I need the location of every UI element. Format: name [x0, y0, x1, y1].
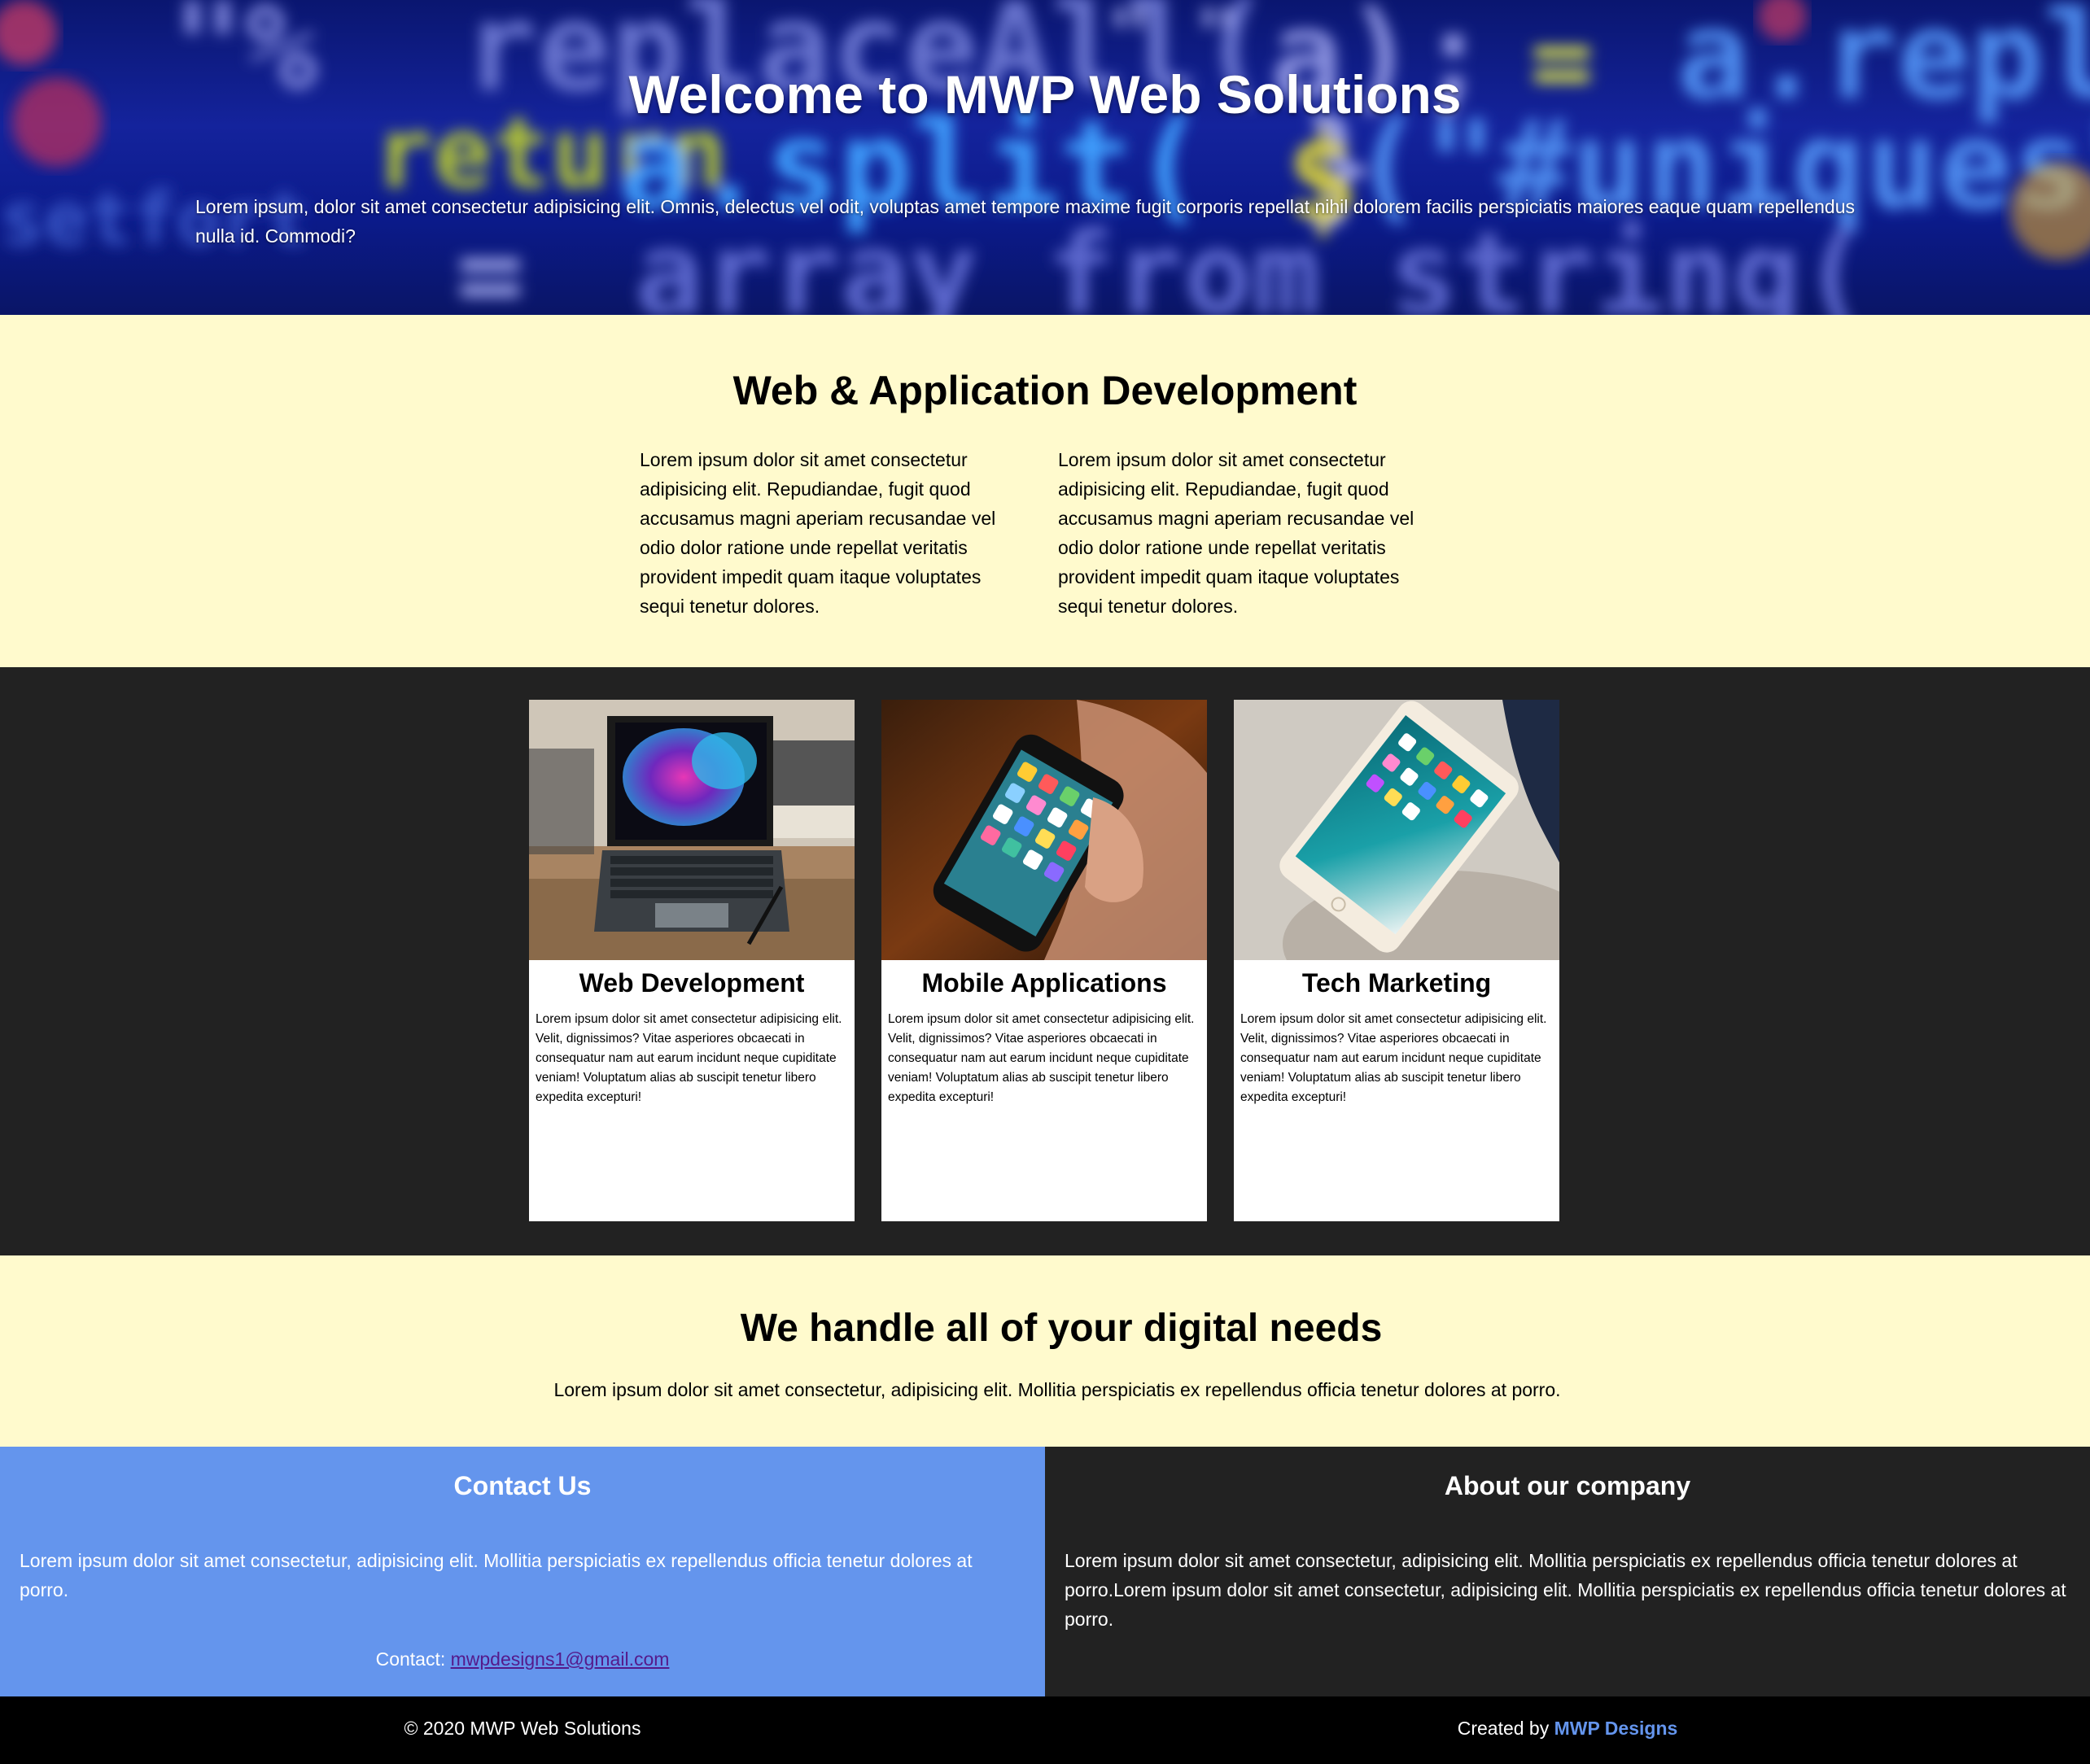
copyright-text: © 2020 MWP Web Solutions — [404, 1718, 641, 1739]
card-text: Lorem ipsum dolor sit amet consectetur a… — [1240, 1012, 1547, 1104]
hero-text: Lorem ipsum, dolor sit amet consectetur … — [195, 196, 1855, 247]
tablet-image — [1234, 700, 1559, 960]
hero-banner: "% replaceAll( " " a); = a.repl return a… — [0, 0, 2090, 315]
contact-text: Lorem ipsum dolor sit amet consectetur, … — [20, 1550, 973, 1600]
laptop-image — [529, 700, 855, 960]
created-by-label: Created by — [1457, 1718, 1550, 1739]
hero-title: Welcome to MWP Web Solutions — [628, 64, 1462, 124]
web-app-text-left: Lorem ipsum dolor sit amet consectetur a… — [640, 449, 996, 617]
info-section: Contact Us Lorem ipsum dolor sit amet co… — [0, 1447, 2090, 1696]
contact-title: Contact Us — [453, 1471, 592, 1500]
card-title: Mobile Applications — [921, 968, 1167, 998]
card-title: Tech Marketing — [1301, 968, 1492, 998]
card-text: Lorem ipsum dolor sit amet consectetur a… — [536, 1012, 842, 1104]
web-app-text-right: Lorem ipsum dolor sit amet consectetur a… — [1058, 449, 1414, 617]
contact-line: Contact: mwpdesigns1@gmail.com — [0, 1648, 1045, 1670]
contact-label: Contact: — [375, 1648, 446, 1670]
code-background-image: "% replaceAll( " " a); = a.repl return a… — [0, 0, 2090, 315]
card-text: Lorem ipsum dolor sit amet consectetur a… — [888, 1012, 1195, 1104]
designer-link[interactable]: MWP Designs — [1554, 1718, 1678, 1739]
service-card-mobile-applications: Mobile Applications Lorem ipsum dolor si… — [881, 700, 1207, 1221]
about-text: Lorem ipsum dolor sit amet consectetur, … — [1065, 1550, 2066, 1630]
digital-needs-section: We handle all of your digital needs Lore… — [0, 1255, 2090, 1447]
card-title: Web Development — [579, 968, 805, 998]
digital-needs-text: Lorem ipsum dolor sit amet consectetur, … — [553, 1379, 1561, 1400]
web-app-section: Web & Application Development Lorem ipsu… — [0, 315, 2090, 667]
contact-panel: Contact Us Lorem ipsum dolor sit amet co… — [0, 1447, 1045, 1696]
service-card-web-development: Web Development Lorem ipsum dolor sit am… — [529, 700, 855, 1221]
footer: © 2020 MWP Web Solutions Created by MWP … — [0, 1696, 2090, 1764]
contact-email-link[interactable]: mwpdesigns1@gmail.com — [451, 1648, 670, 1670]
web-app-title: Web & Application Development — [732, 368, 1358, 413]
about-title: About our company — [1444, 1471, 1691, 1500]
about-panel: About our company Lorem ipsum dolor sit … — [1045, 1447, 2090, 1696]
digital-needs-title: We handle all of your digital needs — [740, 1307, 1383, 1350]
service-card-tech-marketing: Tech Marketing Lorem ipsum dolor sit ame… — [1234, 700, 1559, 1221]
credit-line: Created by MWP Designs — [1045, 1718, 2090, 1740]
smartphone-image — [881, 700, 1207, 960]
services-section: Web Development Lorem ipsum dolor sit am… — [0, 667, 2090, 1255]
